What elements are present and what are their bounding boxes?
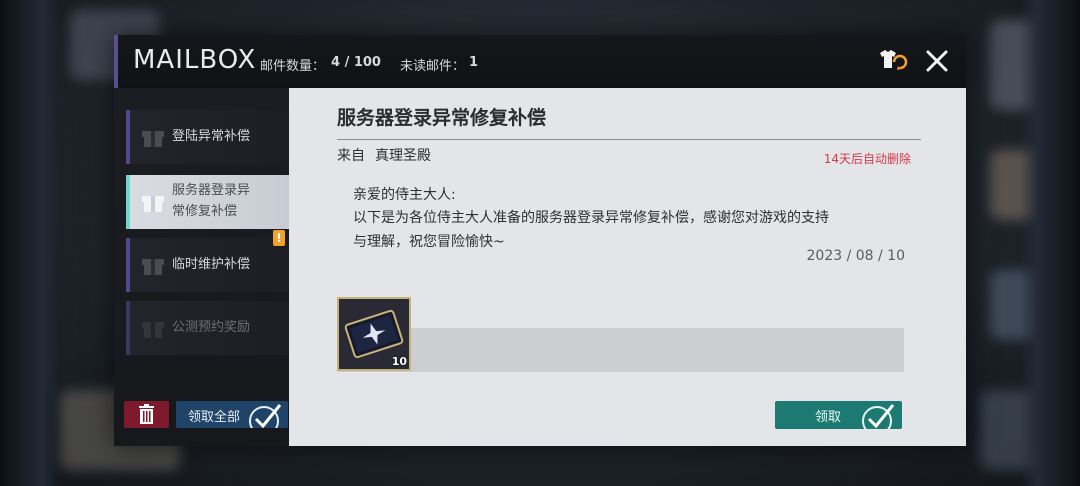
mail-count-label: 邮件数量： — [260, 59, 326, 74]
mail-greeting: 亲爱的侍主大人: — [353, 187, 456, 203]
mail-item-label: 登陆异常补偿 — [172, 129, 251, 144]
close-icon[interactable] — [918, 42, 956, 80]
mail-item-label: 公测预约奖励 — [172, 320, 251, 335]
mail-item-label-line2: 常修复补偿 — [172, 204, 238, 219]
sender-name: 真理圣殿 — [375, 148, 431, 164]
gift-icon — [142, 131, 164, 147]
mail-date: 2023 / 08 / 10 — [806, 248, 906, 264]
unread-badge: ! — [273, 230, 285, 246]
mail-item-login-compensation[interactable]: 登陆异常补偿 — [126, 110, 289, 164]
gift-icon — [142, 322, 164, 338]
attachment-quantity: 10 — [391, 355, 407, 368]
claim-all-label: 领取全部 — [188, 410, 241, 425]
mailbox-window: MAILBOX 邮件数量： 4 / 100 未读邮件： 1 登陆异常补偿 服务器… — [114, 35, 966, 446]
mail-body-line: 以下是为各位侍主大人准备的服务器登录异常修复补偿，感谢您对游戏的支持 — [353, 210, 829, 226]
mail-title: 服务器登录异常修复补偿 — [337, 107, 547, 129]
title-divider — [337, 139, 921, 140]
claim-button[interactable]: 领取 — [775, 401, 902, 429]
mail-item-label: 临时维护补偿 — [172, 257, 251, 272]
gift-icon — [142, 196, 164, 212]
gift-icon — [142, 259, 164, 275]
claim-all-button[interactable]: 领取全部 — [176, 401, 288, 428]
shirt-refresh-icon[interactable] — [874, 44, 908, 78]
unread-count-value: 1 — [469, 55, 479, 70]
expiry-notice: 14天后自动删除 — [823, 152, 911, 166]
check-icon — [249, 404, 282, 428]
mail-item-beta-reservation-reward[interactable]: 公测预约奖励 — [126, 301, 289, 355]
mail-item-maintenance-compensation[interactable]: 临时维护补偿 — [126, 238, 289, 292]
header-accent — [114, 35, 118, 88]
sender-prefix: 来自 — [337, 148, 365, 164]
mail-count-value: 4 / 100 — [331, 55, 381, 70]
check-icon — [862, 404, 895, 429]
attachment-item[interactable]: 10 — [337, 297, 411, 371]
mail-item-server-repair-compensation[interactable]: 服务器登录异 常修复补偿 — [126, 175, 289, 229]
mail-item-label-line1: 服务器登录异 — [172, 183, 251, 198]
mail-body-line: 与理解，祝您冒险愉快~ — [353, 234, 505, 250]
mail-content-panel: 服务器登录异常修复补偿 来自 真理圣殿 14天后自动删除 亲爱的侍主大人: 以下… — [289, 88, 966, 446]
mailbox-header: MAILBOX 邮件数量： 4 / 100 未读邮件： 1 — [114, 35, 966, 88]
delete-read-button[interactable] — [124, 401, 169, 428]
unread-count-label: 未读邮件： — [400, 59, 466, 74]
claim-label: 领取 — [815, 410, 842, 425]
mailbox-title: MAILBOX — [133, 45, 257, 75]
mail-list-sidebar: 登陆异常补偿 服务器登录异 常修复补偿 临时维护补偿 ! 公测预约奖励 领取全部 — [114, 88, 289, 446]
trash-icon — [139, 404, 154, 424]
attachment-strip — [337, 328, 904, 372]
